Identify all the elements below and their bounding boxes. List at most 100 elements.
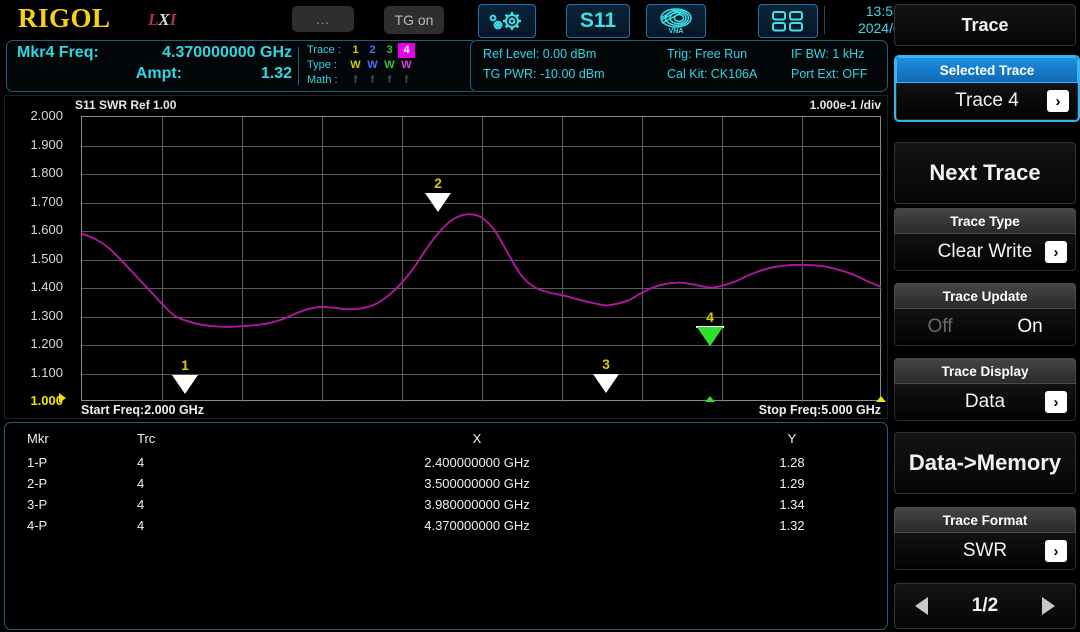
softkey-next-trace[interactable]: Next Trace: [894, 142, 1076, 204]
svg-text:VNA: VNA: [669, 28, 684, 35]
trace-row: Trace :1234: [307, 43, 415, 58]
next-trace-button[interactable]: Next Trace: [894, 142, 1076, 204]
trace-update-value-row[interactable]: Off On: [894, 309, 1076, 346]
marker-ampt-value: 1.32: [127, 65, 292, 83]
plot-per-div: 1.000e-1 /div: [810, 98, 881, 112]
trace-format-title: Trace Format: [894, 507, 1076, 533]
y-tick-label: 2.000: [9, 108, 63, 123]
cell-y: 1.28: [697, 452, 887, 473]
trace-update-on[interactable]: On: [985, 316, 1075, 338]
trace-num-4[interactable]: 4: [398, 43, 415, 58]
y-tick-label: 1.900: [9, 137, 63, 152]
table-row[interactable]: 2-P43.500000000 GHz1.29: [5, 473, 887, 494]
lxi-i: I: [170, 10, 177, 29]
cell-y: 1.29: [697, 473, 887, 494]
tg-on-button[interactable]: TG on: [384, 6, 444, 34]
lxi-logo: LXI: [148, 10, 176, 30]
chevron-right-icon[interactable]: ›: [1047, 90, 1069, 112]
trace-num-2[interactable]: 2: [364, 43, 381, 58]
cell-trc: 4: [137, 473, 257, 494]
cell-mkr: 1-P: [5, 452, 137, 473]
table-row[interactable]: 3-P43.980000000 GHz1.34: [5, 494, 887, 515]
stop-freq-label: Stop Freq:5.000 GHz: [759, 403, 881, 417]
trace-type-value: Clear Write: [938, 241, 1033, 263]
marker-axis-tick: [705, 396, 715, 402]
apps-grid-button[interactable]: [758, 4, 818, 38]
topbar-divider: [824, 6, 825, 34]
cell-trc: 4: [137, 494, 257, 515]
marker-table[interactable]: Mkr Trc X Y 1-P42.400000000 GHz1.282-P43…: [4, 422, 888, 630]
y-tick-label: 1.200: [9, 336, 63, 351]
trace-math-2: f: [364, 73, 381, 88]
cell-y: 1.32: [697, 515, 887, 536]
s11-label: S11: [580, 9, 616, 33]
marker-number: 3: [602, 356, 610, 372]
y-tick-label: 1.600: [9, 222, 63, 237]
more-options-button[interactable]: ...: [292, 6, 354, 32]
trace-curve: [81, 116, 881, 401]
header-x: X: [257, 423, 697, 452]
marker-number: 1: [181, 357, 189, 373]
selected-trace-value-row[interactable]: Trace 4 ›: [896, 83, 1078, 120]
marker-4[interactable]: 4: [697, 327, 723, 346]
page-indicator: 1/2: [972, 595, 998, 617]
trace-num-3[interactable]: 3: [381, 43, 398, 58]
softkey-pager[interactable]: 1/2: [894, 583, 1076, 629]
softkey-menu: Trace Selected Trace Trace 4 › Next Trac…: [892, 0, 1078, 632]
trace-type-title: Trace Type: [894, 208, 1076, 234]
trace-num-1[interactable]: 1: [347, 43, 364, 58]
stop-freq-axis-tick: [876, 396, 886, 402]
softkey-trace-display[interactable]: Trace Display Data ›: [894, 358, 1076, 421]
page-prev-icon[interactable]: [915, 597, 928, 615]
y-tick-label: 1.000: [9, 393, 63, 408]
data-to-memory-button[interactable]: Data->Memory: [894, 432, 1076, 494]
y-tick-label: 1.300: [9, 308, 63, 323]
softkey-selected-trace[interactable]: Selected Trace Trace 4 ›: [894, 55, 1080, 122]
table-header-row: Mkr Trc X Y: [5, 423, 887, 452]
y-axis-labels: 2.000 1.900 1.800 1.700 1.600 1.500 1.400 1.300…: [5, 96, 63, 418]
chevron-right-icon[interactable]: ›: [1045, 391, 1067, 413]
chevron-right-icon[interactable]: ›: [1045, 241, 1067, 263]
y-tick-label: 1.700: [9, 194, 63, 209]
cell-x: 2.400000000 GHz: [257, 452, 697, 473]
selected-trace-title: Selected Trace: [896, 57, 1078, 83]
math-row-label: Math :: [307, 73, 347, 88]
trace-plot[interactable]: S11 SWR Ref 1.00 1.000e-1 /div 2.0001.90…: [4, 95, 888, 419]
setup-gears-button[interactable]: [478, 4, 536, 38]
trace-update-toggle[interactable]: Off On: [895, 309, 1075, 345]
s11-button[interactable]: S11: [566, 4, 630, 38]
trace-row-label: Trace :: [307, 43, 347, 58]
marker-triangle-icon: [172, 375, 198, 394]
trace-type-value-row[interactable]: Clear Write ›: [894, 234, 1076, 271]
softkey-data-to-memory[interactable]: Data->Memory: [894, 432, 1076, 494]
trace-type-4: W: [398, 58, 415, 73]
table-row[interactable]: 4-P44.370000000 GHz1.32: [5, 515, 887, 536]
panel-divider: [298, 47, 299, 85]
page-nav[interactable]: 1/2: [894, 583, 1076, 629]
y-tick-label: 1.800: [9, 165, 63, 180]
trig-text: Trig: Free Run: [667, 47, 747, 61]
marker-3[interactable]: 3: [593, 374, 619, 393]
marker-triangle-icon: [593, 374, 619, 393]
vna-mode-button[interactable]: VNA: [646, 4, 706, 38]
menu-header-trace: Trace: [894, 4, 1076, 46]
trace-format-value: SWR: [963, 540, 1007, 562]
softkey-trace-update[interactable]: Trace Update Off On: [894, 283, 1076, 346]
softkey-trace-format[interactable]: Trace Format SWR ›: [894, 507, 1076, 570]
table-row[interactable]: 1-P42.400000000 GHz1.28: [5, 452, 887, 473]
trace-format-value-row[interactable]: SWR ›: [894, 533, 1076, 570]
cell-mkr: 3-P: [5, 494, 137, 515]
softkey-trace-type[interactable]: Trace Type Clear Write ›: [894, 208, 1076, 271]
page-next-icon[interactable]: [1042, 597, 1055, 615]
marker-1[interactable]: 1: [172, 375, 198, 394]
marker-info-panel: Mkr4 Freq: 4.370000000 GHz Ampt: 1.32 Tr…: [6, 40, 478, 92]
chevron-right-icon[interactable]: ›: [1045, 540, 1067, 562]
marker-2[interactable]: 2: [425, 193, 451, 212]
marker-triangle-icon: [425, 193, 451, 212]
y-tick-label: 1.400: [9, 279, 63, 294]
trace-update-off[interactable]: Off: [895, 316, 985, 338]
trace-display-value-row[interactable]: Data ›: [894, 384, 1076, 421]
lxi-l: L: [148, 10, 158, 29]
y-tick-label: 1.500: [9, 251, 63, 266]
menu-title-button[interactable]: Trace: [894, 4, 1076, 46]
